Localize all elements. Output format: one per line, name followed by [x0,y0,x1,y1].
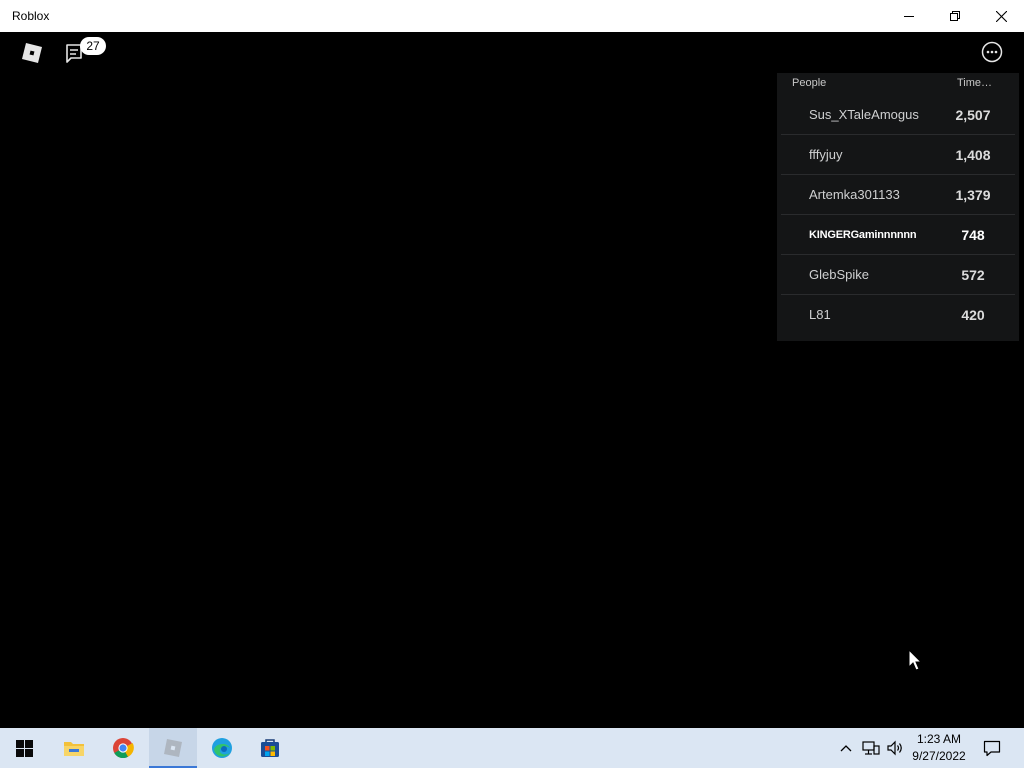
player-name: KINGERGaminnnnnn [809,229,917,241]
chrome-icon [113,738,134,759]
taskbar-edge[interactable] [198,728,246,768]
player-time-value: 1,379 [955,187,991,203]
chevron-up-icon [840,745,852,752]
leaderboard-row[interactable]: fffyjuy 1,408 [777,135,1019,175]
start-button[interactable] [0,728,48,768]
player-name: Artemka301133 [809,187,900,202]
store-icon [261,739,279,757]
roblox-logo-icon [22,43,42,63]
time-column-header[interactable]: Time… [957,77,992,89]
taskbar-chrome[interactable] [99,728,147,768]
edge-icon [212,738,232,758]
network-icon [862,741,880,755]
leaderboard-row[interactable]: L81 420 [777,295,1019,335]
taskbar-clock[interactable]: 1:23 AM 9/27/2022 [904,731,974,765]
player-name: L81 [809,307,831,322]
player-time-value: 2,507 [955,107,991,123]
windows-taskbar: 1:23 AM 9/27/2022 [0,728,1024,768]
chat-unread-badge: 27 [80,37,106,55]
minimize-button[interactable] [886,0,932,32]
people-column-header: People [792,77,827,89]
clock-time: 1:23 AM [916,732,962,746]
close-icon [995,10,1007,22]
more-options-button[interactable] [981,41,1003,63]
mouse-cursor-icon [908,649,923,671]
window-title-bar: Roblox [0,0,1024,32]
more-icon [981,41,1003,63]
roblox-menu-button[interactable] [20,41,44,65]
restore-icon [950,11,960,21]
leaderboard-row[interactable]: GlebSpike 572 [777,255,1019,295]
clock-date: 9/27/2022 [912,749,966,763]
speaker-icon [887,740,902,756]
taskbar-store[interactable] [246,728,294,768]
player-name: GlebSpike [809,267,869,282]
start-icon [15,739,33,757]
player-leaderboard: People Time… Sus_XTaleAmogus 2,507 fffyj… [777,73,1019,341]
player-name: fffyjuy [809,147,843,162]
player-name: Sus_XTaleAmogus [809,107,919,122]
file-explorer-icon [64,742,84,756]
leaderboard-header: People Time… [777,73,1019,95]
player-time-value: 420 [961,307,985,323]
roblox-icon [164,739,182,757]
leaderboard-row-local-player[interactable]: KINGERGaminnnnnn 748 [777,215,1019,255]
game-viewport[interactable]: 27 People Time… Sus_XTaleAmogus 2,507 ff… [0,32,1024,728]
taskbar-roblox[interactable] [149,728,197,768]
volume-control[interactable] [884,728,906,768]
leaderboard-row[interactable]: Sus_XTaleAmogus 2,507 [777,95,1019,135]
network-status[interactable] [860,728,882,768]
window-title: Roblox [12,9,50,23]
minimize-icon [904,16,914,17]
notifications-icon [983,740,1001,756]
show-hidden-icons-button[interactable] [836,728,856,768]
action-center-button[interactable] [978,728,1006,768]
player-time-value: 572 [961,267,985,283]
leaderboard-row[interactable]: Artemka301133 1,379 [777,175,1019,215]
restore-button[interactable] [932,0,978,32]
player-time-value: 1,408 [955,147,991,163]
close-button[interactable] [978,0,1024,32]
taskbar-file-explorer[interactable] [50,728,98,768]
player-time-value: 748 [961,227,985,243]
